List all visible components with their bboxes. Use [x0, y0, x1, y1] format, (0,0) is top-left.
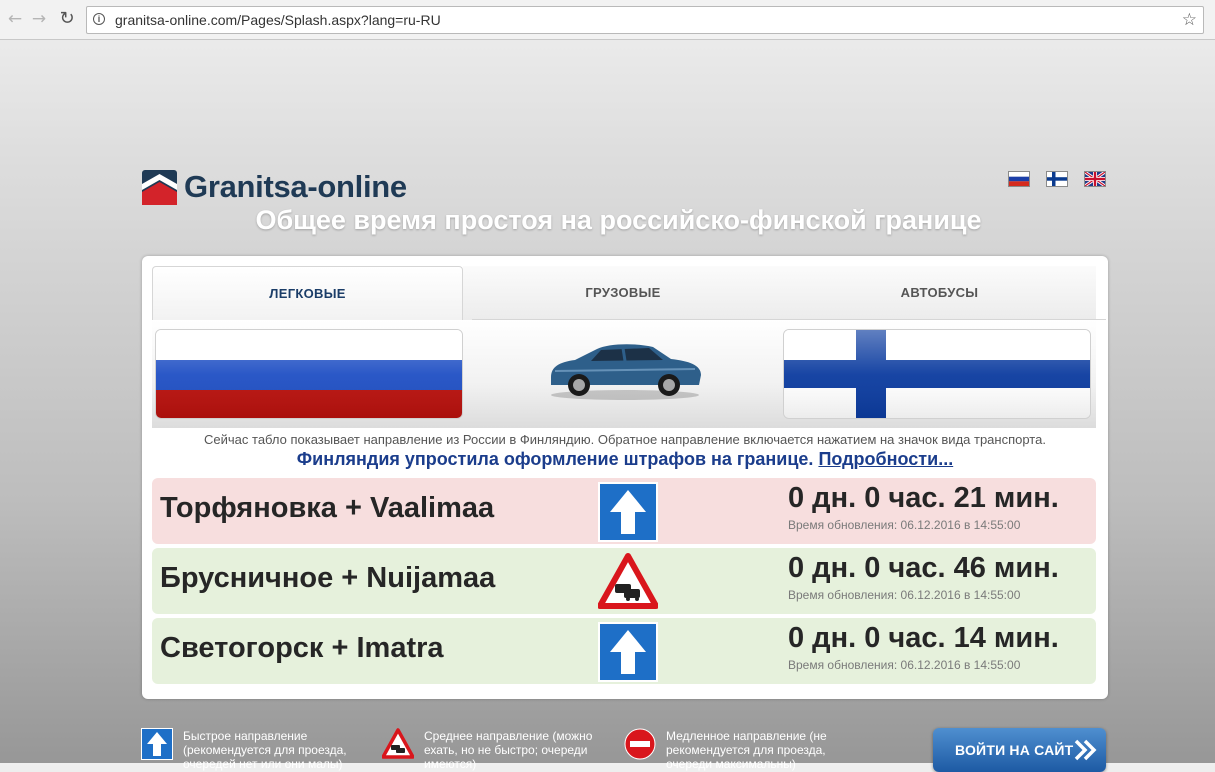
crossing-name: Брусничное + Nuijamaa [160, 562, 496, 594]
double-chevron-right-icon [1074, 739, 1097, 761]
url-text[interactable]: granitsa-online.com/Pages/Splash.aspx?la… [115, 12, 441, 28]
enter-site-button[interactable]: ВОЙТИ НА САЙТ [933, 728, 1106, 772]
crossing-name: Торфяновка + Vaalimaa [160, 492, 495, 524]
news-details-link[interactable]: Подробности... [818, 449, 953, 469]
news-text: Финляндия упростила оформление штрафов н… [296, 449, 814, 469]
legend-medium-text: Среднее направление (можно ехать, но не … [424, 729, 593, 771]
forward-arrow-icon[interactable]: → [28, 8, 50, 30]
up-arrow-icon [598, 482, 658, 542]
up-arrow-icon [598, 622, 658, 682]
legend-slow-text: Медленное направление (не рекомендуется … [666, 729, 827, 771]
language-en-flag[interactable] [1084, 171, 1106, 187]
crossing-name: Светогорск + Imatra [160, 632, 444, 664]
traffic-jam-icon [382, 728, 414, 759]
direction-note: Сейчас табло показывает направление из Р… [204, 432, 1046, 447]
legend-fast: Быстрое направление (рекомендуется для п… [141, 728, 351, 771]
logo-chevron-icon [142, 170, 177, 205]
language-fi-flag[interactable] [1046, 171, 1068, 187]
legend-slow: Медленное направление (не рекомендуется … [624, 728, 844, 771]
update-time: Время обновления: 06.12.2016 в 14:55:00 [788, 518, 1021, 532]
reload-icon[interactable]: ↻ [56, 8, 78, 30]
car-icon[interactable] [545, 335, 705, 401]
update-time: Время обновления: 06.12.2016 в 14:55:00 [788, 588, 1021, 602]
tab-trucks[interactable]: ГРУЗОВЫЕ [463, 266, 783, 320]
border-status-panel: ЛЕГКОВЫЕ ГРУЗОВЫЕ АВТОБУСЫ Сейчас табло … [142, 256, 1108, 699]
tab-buses[interactable]: АВТОБУСЫ [783, 266, 1096, 320]
legend-fast-text: Быстрое направление (рекомендуется для п… [183, 729, 347, 771]
russia-flag [155, 329, 463, 419]
finland-flag [783, 329, 1091, 419]
crossing-row-torfyanovka[interactable]: Торфяновка + Vaalimaa 0 дн. 0 час. 21 ми… [152, 478, 1096, 544]
address-bar[interactable]: i granitsa-online.com/Pages/Splash.aspx?… [86, 6, 1204, 34]
enter-site-label: ВОЙТИ НА САЙТ [955, 742, 1074, 758]
language-ru-flag[interactable] [1008, 171, 1030, 187]
crossing-row-svetogorsk[interactable]: Светогорск + Imatra 0 дн. 0 час. 14 мин.… [152, 618, 1096, 684]
vehicle-tabs: ЛЕГКОВЫЕ ГРУЗОВЫЕ АВТОБУСЫ [152, 266, 1106, 320]
site-logo[interactable]: Granitsa-online [142, 169, 432, 206]
traffic-jam-icon [598, 553, 658, 609]
legend-medium: Среднее направление (можно ехать, но не … [382, 728, 602, 771]
logo-text: Granitsa-online [184, 169, 407, 204]
update-time: Время обновления: 06.12.2016 в 14:55:00 [788, 658, 1021, 672]
wait-time: 0 дн. 0 час. 46 мин. [788, 552, 1059, 584]
browser-toolbar: ← → ↻ i granitsa-online.com/Pages/Splash… [0, 0, 1215, 40]
no-entry-icon [624, 728, 656, 760]
tab-cars[interactable]: ЛЕГКОВЫЕ [152, 266, 463, 320]
direction-selector [152, 320, 1096, 428]
bookmark-star-icon[interactable]: ☆ [1182, 10, 1197, 30]
news-banner: Финляндия упростила оформление штрафов н… [142, 449, 1108, 470]
wait-time: 0 дн. 0 час. 14 мин. [788, 622, 1059, 654]
crossing-row-brusnichnoe[interactable]: Брусничное + Nuijamaa 0 дн. 0 час. 46 ми… [152, 548, 1096, 614]
back-arrow-icon[interactable]: ← [4, 8, 26, 30]
up-arrow-icon [141, 728, 173, 760]
page-title: Общее время простоя на российско-финской… [255, 205, 982, 235]
wait-time: 0 дн. 0 час. 21 мин. [788, 482, 1059, 514]
info-icon[interactable]: i [93, 13, 105, 25]
